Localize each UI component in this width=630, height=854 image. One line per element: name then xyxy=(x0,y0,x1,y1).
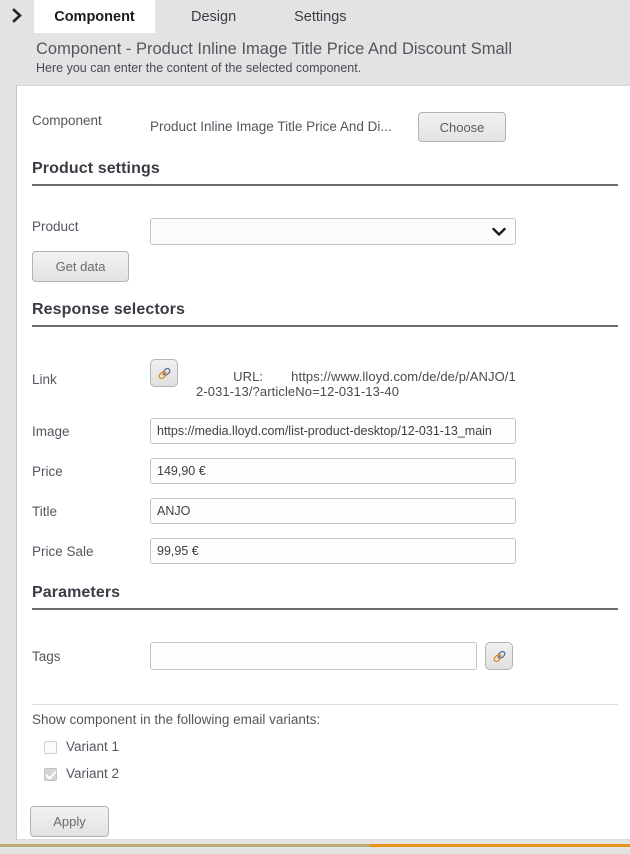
link-url-text: URL: https://www.lloyd.com/de/de/p/ANJO/1… xyxy=(196,353,516,415)
section-parameters: Parameters xyxy=(32,584,618,610)
variant-1-checkbox[interactable] xyxy=(44,740,57,754)
link-chain-button[interactable] xyxy=(150,359,178,387)
get-data-button[interactable]: Get data xyxy=(32,251,129,282)
image-input[interactable]: https://media.lloyd.com/list-product-des… xyxy=(150,418,516,444)
variants-heading-label: Show component in the following email va… xyxy=(32,712,321,727)
section-divider xyxy=(32,184,618,186)
section-response-selectors-title: Response selectors xyxy=(32,301,185,318)
tags-row: Tags xyxy=(17,642,614,670)
image-row: Image https://media.lloyd.com/list-produ… xyxy=(17,418,614,444)
bottom-accent-bar xyxy=(0,840,630,854)
tab-settings-label: Settings xyxy=(294,8,347,25)
accent-stripe-tan xyxy=(0,844,370,847)
variant-2-row[interactable]: Variant 2 xyxy=(44,766,119,782)
tab-design[interactable]: Design xyxy=(177,0,250,33)
section-divider xyxy=(32,608,618,610)
component-row: Component Product Inline Image Title Pri… xyxy=(17,112,614,142)
component-value: Product Inline Image Title Price And Di.… xyxy=(150,119,392,134)
section-product-settings: Product settings xyxy=(32,160,618,186)
choose-button[interactable]: Choose xyxy=(418,112,506,142)
link-label: Link xyxy=(32,372,57,387)
form-panel: Component Product Inline Image Title Pri… xyxy=(16,85,630,840)
price-sale-row: Price Sale 99,95 € xyxy=(17,538,614,564)
price-sale-input[interactable]: 99,95 € xyxy=(150,538,516,564)
price-input[interactable]: 149,90 € xyxy=(150,458,516,484)
variant-2-label: Variant 2 xyxy=(66,766,120,781)
product-select[interactable] xyxy=(150,218,516,245)
variants-divider xyxy=(32,704,618,705)
tab-component[interactable]: Component xyxy=(34,0,155,33)
title-input[interactable]: ANJO xyxy=(150,498,516,524)
chevron-down-icon xyxy=(492,227,506,236)
page-title: Component - Product Inline Image Title P… xyxy=(36,40,512,58)
page-subtitle: Here you can enter the content of the se… xyxy=(36,61,362,75)
tab-component-label: Component xyxy=(54,8,135,25)
title-label: Title xyxy=(32,504,58,519)
link-url-key: URL: xyxy=(233,368,264,384)
component-label: Component xyxy=(32,113,102,128)
title-row: Title ANJO xyxy=(17,498,614,524)
header-banner: Component - Product Inline Image Title P… xyxy=(0,33,630,85)
component-editor-panel: Component Design Settings Component - Pr… xyxy=(0,0,630,854)
variant-2-checkbox[interactable] xyxy=(44,767,57,781)
variant-1-label: Variant 1 xyxy=(66,739,120,754)
tab-bar: Component Design Settings xyxy=(0,0,630,33)
product-label: Product xyxy=(32,219,79,234)
chain-link-icon xyxy=(158,367,170,379)
price-sale-label: Price Sale xyxy=(32,544,94,559)
chain-link-icon xyxy=(493,650,505,662)
section-parameters-title: Parameters xyxy=(32,584,121,601)
tags-label: Tags xyxy=(32,649,61,664)
price-row: Price 149,90 € xyxy=(17,458,614,484)
price-label: Price xyxy=(32,464,63,479)
apply-button[interactable]: Apply xyxy=(30,806,109,837)
tab-settings[interactable]: Settings xyxy=(280,0,360,33)
section-response-selectors: Response selectors xyxy=(32,301,618,327)
section-divider xyxy=(32,325,618,327)
link-row: Link URL: https://www.lloyd.com/de/de/p/A… xyxy=(17,353,614,415)
section-product-settings-title: Product settings xyxy=(32,160,160,177)
variants-heading: Show component in the following email va… xyxy=(32,712,320,727)
product-row: Product xyxy=(17,218,614,245)
left-gutter xyxy=(0,85,16,840)
variant-1-row[interactable]: Variant 1 xyxy=(44,739,119,755)
tags-chain-button[interactable] xyxy=(485,642,513,670)
tab-design-label: Design xyxy=(191,8,237,25)
expand-chevron-icon[interactable] xyxy=(0,0,34,33)
accent-stripe-orange xyxy=(370,844,630,847)
tags-input[interactable] xyxy=(150,642,477,670)
image-label: Image xyxy=(32,424,70,439)
